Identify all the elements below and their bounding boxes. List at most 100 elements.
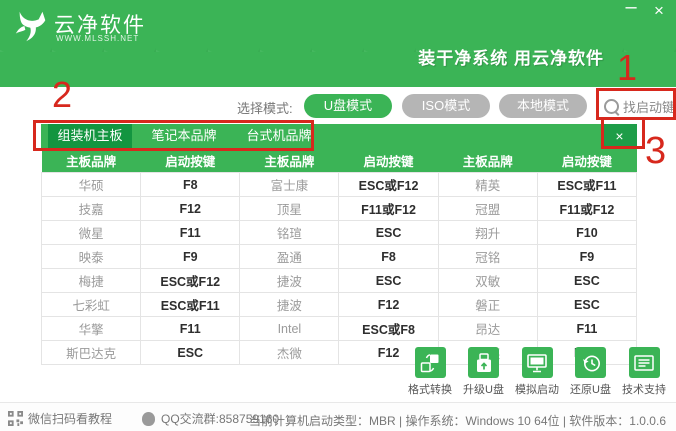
- wechat-tutorial-label: 微信扫码看教程: [28, 410, 112, 427]
- format-convert-icon: [415, 347, 446, 378]
- brand-cell: 双敏: [438, 269, 537, 293]
- boot-key-cell: F8: [141, 173, 240, 197]
- table-row: 梅捷 ESC或F12 捷波 ESC 双敏 ESC: [42, 269, 637, 293]
- brand-cell: 冠盟: [438, 197, 537, 221]
- mode-usb-button[interactable]: U盘模式: [304, 94, 392, 118]
- find-boot-key-label: 找启动键: [623, 97, 675, 116]
- upgrade-usb-button[interactable]: 升级U盘: [460, 347, 508, 397]
- qr-code-icon: [8, 411, 23, 426]
- boot-key-cell: ESC或F8: [339, 317, 438, 341]
- mode-local-button[interactable]: 本地模式: [499, 94, 587, 118]
- boot-key-cell: F9: [141, 245, 240, 269]
- brand-cell: 盈通: [240, 245, 339, 269]
- column-header: 主板品牌: [42, 148, 141, 173]
- tab-laptop-brand[interactable]: 笔记本品牌: [139, 124, 229, 148]
- column-header: 启动按键: [537, 148, 636, 173]
- brand-cell: 捷波: [240, 269, 339, 293]
- brand-cell: 技嘉: [42, 197, 141, 221]
- app-logo-icon: [13, 7, 51, 45]
- brand-cell: 磐正: [438, 293, 537, 317]
- titlebar: 云净软件 WWW.MLSSH.NET – × 装干净系统 用云净软件: [0, 0, 676, 87]
- boot-key-cell: ESC: [537, 269, 636, 293]
- boot-key-cell: F8: [339, 245, 438, 269]
- table-row: 微星 F11 铭瑄 ESC 翔升 F10: [42, 221, 637, 245]
- brand-tab-bar: 组装机主板 笔记本品牌 台式机品牌 ×: [41, 124, 637, 148]
- boot-key-table: 主板品牌 启动按键 主板品牌 启动按键 主板品牌 启动按键 华硕 F8 富士康 …: [41, 148, 637, 365]
- tech-support-button[interactable]: 技术支持: [620, 347, 668, 397]
- brand-cell: 捷波: [240, 293, 339, 317]
- boot-key-cell: F10: [537, 221, 636, 245]
- brand-cell: 华硕: [42, 173, 141, 197]
- qq-penguin-icon: [142, 412, 155, 426]
- brand-cell: 映泰: [42, 245, 141, 269]
- annotation-number-3: 3: [645, 132, 666, 170]
- column-header: 启动按键: [141, 148, 240, 173]
- mode-selection-bar: 选择模式: U盘模式 ISO模式 本地模式 找启动键: [0, 87, 676, 125]
- slogan-text: 装干净系统 用云净软件: [418, 44, 604, 69]
- boot-key-cell: F11: [141, 221, 240, 245]
- simulate-boot-icon: [522, 347, 553, 378]
- boot-key-cell: ESC: [537, 293, 636, 317]
- boot-key-cell: ESC: [339, 221, 438, 245]
- boot-key-cell: F12: [141, 197, 240, 221]
- simulate-boot-button[interactable]: 模拟启动: [513, 347, 561, 397]
- table-row: 技嘉 F12 顶星 F11或F12 冠盟 F11或F12: [42, 197, 637, 221]
- table-header-row: 主板品牌 启动按键 主板品牌 启动按键 主板品牌 启动按键: [42, 148, 637, 173]
- minimize-button[interactable]: –: [620, 0, 642, 17]
- brand-cell: 华擎: [42, 317, 141, 341]
- close-window-button[interactable]: ×: [648, 1, 670, 21]
- boot-key-cell: ESC或F12: [141, 269, 240, 293]
- boot-key-cell: ESC或F12: [339, 173, 438, 197]
- boot-key-cell: F11: [537, 317, 636, 341]
- restore-usb-button[interactable]: 还原U盘: [567, 347, 615, 397]
- tab-desktop-brand[interactable]: 台式机品牌: [234, 124, 324, 148]
- brand-cell: 铭瑄: [240, 221, 339, 245]
- format-convert-button[interactable]: 格式转换: [406, 347, 454, 397]
- brand-cell: 昂达: [438, 317, 537, 341]
- system-info-text: 当前计算机启动类型：MBR | 操作系统：Windows 10 64位 | 软件…: [249, 412, 666, 429]
- tech-support-icon: [629, 347, 660, 378]
- brand-cell: 富士康: [240, 173, 339, 197]
- table-row: 映泰 F9 盈通 F8 冠铭 F9: [42, 245, 637, 269]
- mode-select-label: 选择模式:: [237, 98, 293, 117]
- boot-key-cell: ESC或F11: [141, 293, 240, 317]
- boot-key-cell: F11或F12: [339, 197, 438, 221]
- tool-label: 技术支持: [622, 381, 666, 397]
- restore-usb-icon: [575, 347, 606, 378]
- boot-key-cell: ESC: [339, 269, 438, 293]
- table-row: 七彩虹 ESC或F11 捷波 F12 磐正 ESC: [42, 293, 637, 317]
- table-row: 华擎 F11 Intel ESC或F8 昂达 F11: [42, 317, 637, 341]
- mode-iso-button[interactable]: ISO模式: [402, 94, 490, 118]
- brand-cell: 精英: [438, 173, 537, 197]
- app-url: WWW.MLSSH.NET: [56, 34, 139, 43]
- find-boot-key-button[interactable]: 找启动键: [604, 95, 675, 117]
- brand-cell: 翔升: [438, 221, 537, 245]
- tab-assembled-motherboard[interactable]: 组装机主板: [48, 124, 132, 148]
- brand-cell: 微星: [42, 221, 141, 245]
- brand-cell: 七彩虹: [42, 293, 141, 317]
- column-header: 主板品牌: [438, 148, 537, 173]
- bottom-toolbar: 格式转换 升级U盘 模拟启动: [406, 347, 668, 397]
- tool-label: 模拟启动: [515, 381, 559, 397]
- column-header: 主板品牌: [240, 148, 339, 173]
- app-window: 云净软件 WWW.MLSSH.NET – × 装干净系统 用云净软件 选择模式:…: [0, 0, 676, 431]
- search-icon: [604, 99, 619, 114]
- close-panel-button[interactable]: ×: [602, 124, 637, 148]
- boot-key-cell: ESC或F11: [537, 173, 636, 197]
- boot-key-cell: F12: [339, 293, 438, 317]
- boot-key-cell: F11: [141, 317, 240, 341]
- brand-cell: 杰微: [240, 341, 339, 365]
- table-row: 华硕 F8 富士康 ESC或F12 精英 ESC或F11: [42, 173, 637, 197]
- boot-key-cell: F11或F12: [537, 197, 636, 221]
- brand-cell: 梅捷: [42, 269, 141, 293]
- tool-label: 格式转换: [408, 381, 452, 397]
- boot-key-cell: ESC: [141, 341, 240, 365]
- column-header: 启动按键: [339, 148, 438, 173]
- brand-cell: Intel: [240, 317, 339, 341]
- tool-label: 升级U盘: [463, 381, 504, 397]
- upgrade-usb-icon: [468, 347, 499, 378]
- brand-cell: 斯巴达克: [42, 341, 141, 365]
- tool-label: 还原U盘: [570, 381, 611, 397]
- wechat-tutorial-link[interactable]: 微信扫码看教程: [8, 410, 112, 427]
- status-bar: 微信扫码看教程 QQ交流群:858759160 当前计算机启动类型：MBR | …: [0, 402, 676, 431]
